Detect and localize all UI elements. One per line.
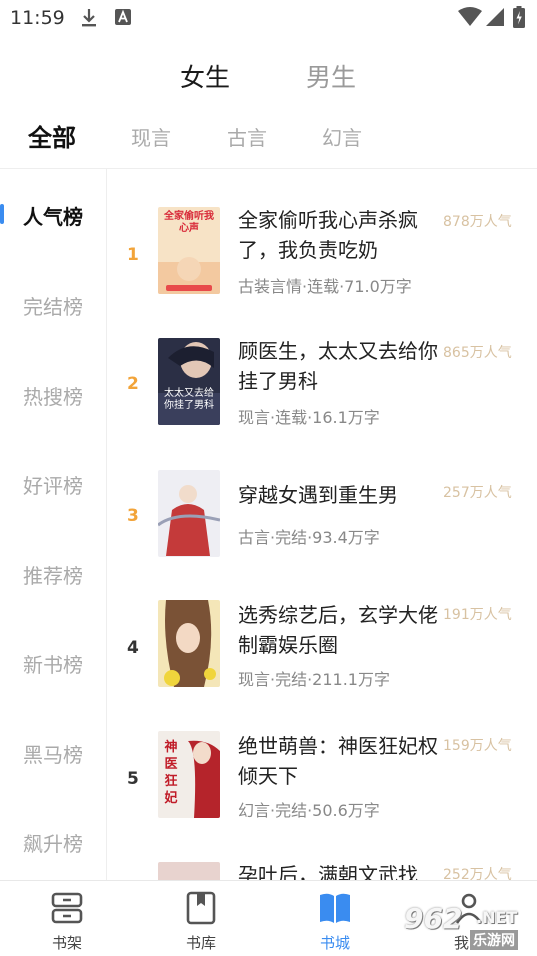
book-title: 全家偷听我心声杀疯了，我负责吃奶 (238, 208, 418, 262)
book-cover[interactable] (158, 862, 220, 880)
book-list: 1 全家偷听我心声 全家偷听我心声杀疯了，我负责吃奶 古装言情·连载·71.0万… (107, 169, 537, 880)
wifi-icon (458, 7, 482, 31)
rank-nav-rising[interactable]: 飙升榜 (0, 828, 106, 857)
rank-nav-good-reviews[interactable]: 好评榜 (0, 470, 106, 499)
book-row[interactable]: 5 神医狂妃 绝世萌兽：神医狂妃权倾天下 幻言·完结·50.6万字 159万人气 (107, 731, 537, 831)
cover-title-text: 全家偷听我心声 (164, 211, 214, 234)
book-cover[interactable]: 神医狂妃 (158, 731, 220, 818)
bottom-nav-label: 书库 (185, 934, 216, 952)
bookshelf-icon (50, 891, 84, 925)
watermark-number: 962 (404, 902, 463, 935)
book-rank: 1 (127, 245, 139, 265)
book-title: 选秀综艺后，玄学大佬制霸娱乐圈 (238, 603, 438, 657)
app-notification-icon (114, 8, 132, 30)
library-icon (184, 891, 218, 925)
book-cover[interactable] (158, 600, 220, 687)
book-rank: 3 (127, 506, 139, 526)
book-rank: 5 (127, 769, 139, 789)
category-tabs: 全部 现言 古言 幻言 (0, 118, 537, 158)
tab-male[interactable]: 男生 (306, 58, 356, 94)
book-popularity: 257万人气 (443, 485, 512, 501)
rank-sidebar: 人气榜 完结榜 热搜榜 好评榜 推荐榜 新书榜 黑马榜 飙升榜 (0, 169, 106, 880)
cover-title-text: 神医狂妃 (164, 740, 178, 806)
book-meta: 现言·完结·211.1万字 (238, 670, 390, 689)
gender-tabs: 女生 男生 (0, 58, 537, 98)
watermark-net: .NET (476, 908, 518, 927)
rank-nav-hot-search[interactable]: 热搜榜 (0, 381, 106, 410)
book-row[interactable]: 1 全家偷听我心声 全家偷听我心声杀疯了，我负责吃奶 古装言情·连载·71.0万… (107, 207, 537, 307)
book-meta: 现言·连载·16.1万字 (238, 408, 380, 427)
signal-icon (486, 8, 504, 30)
book-popularity: 159万人气 (443, 738, 512, 754)
status-bar: 11:59 (0, 0, 537, 36)
tab-category-ancient[interactable]: 古言 (227, 122, 267, 151)
rank-nav-dark-horse[interactable]: 黑马榜 (0, 739, 106, 768)
tab-category-modern[interactable]: 现言 (131, 122, 171, 151)
bottom-nav-label: 书城 (319, 934, 350, 952)
watermark-site-name: 乐游网 (470, 930, 518, 950)
rank-nav-recommended[interactable]: 推荐榜 (0, 560, 106, 589)
site-watermark-logo: 962 .NET 乐游网 (398, 900, 534, 954)
book-popularity: 252万人气 (443, 867, 512, 880)
book-popularity: 878万人气 (443, 214, 512, 230)
tab-category-all[interactable]: 全部 (28, 118, 76, 153)
book-row[interactable]: 3 穿越女遇到重生男 古言·完结·93.4万字 257万人气 (107, 470, 537, 570)
status-time: 11:59 (10, 7, 65, 29)
book-title: 绝世萌兽：神医狂妃权倾天下 (238, 734, 438, 788)
book-popularity: 865万人气 (443, 345, 512, 361)
bottom-nav-bookshelf[interactable]: 书架 (0, 881, 134, 956)
book-title: 孕吐后，满朝文武找 (238, 863, 418, 880)
book-cover[interactable] (158, 470, 220, 557)
download-icon (80, 8, 98, 32)
bottom-nav-bookstore[interactable]: 书城 (268, 881, 402, 956)
book-row[interactable]: 4 选秀综艺后，玄学大佬制霸娱乐圈 现言·完结·211.1万字 191万人气 (107, 600, 537, 700)
book-meta: 幻言·完结·50.6万字 (238, 801, 380, 820)
bottom-nav-library[interactable]: 书库 (134, 881, 268, 956)
cover-title-text: 太太又去给你挂了男科 (164, 388, 214, 411)
rank-nav-completed[interactable]: 完结榜 (0, 291, 106, 320)
book-meta: 古装言情·连载·71.0万字 (238, 277, 412, 296)
book-row[interactable]: 孕吐后，满朝文武找 252万人气 (107, 862, 537, 880)
book-row[interactable]: 2 太太又去给你挂了男科 顾医生，太太又去给你挂了男科 现言·连载·16.1万字… (107, 338, 537, 438)
book-cover[interactable]: 全家偷听我心声 (158, 207, 220, 294)
book-title: 顾医生，太太又去给你挂了男科 (238, 339, 438, 393)
book-rank: 4 (127, 638, 139, 658)
bottom-nav-label: 书架 (51, 934, 82, 952)
rank-nav-popular[interactable]: 人气榜 (0, 201, 106, 230)
tab-category-fantasy[interactable]: 幻言 (322, 122, 362, 151)
book-meta: 古言·完结·93.4万字 (238, 528, 380, 547)
book-popularity: 191万人气 (443, 607, 512, 623)
book-rank: 2 (127, 374, 139, 394)
book-cover[interactable]: 太太又去给你挂了男科 (158, 338, 220, 425)
book-title: 穿越女遇到重生男 (238, 483, 398, 507)
tab-female[interactable]: 女生 (180, 58, 230, 94)
rank-nav-new-books[interactable]: 新书榜 (0, 649, 106, 678)
bookstore-icon (318, 891, 352, 925)
battery-icon (513, 6, 525, 32)
